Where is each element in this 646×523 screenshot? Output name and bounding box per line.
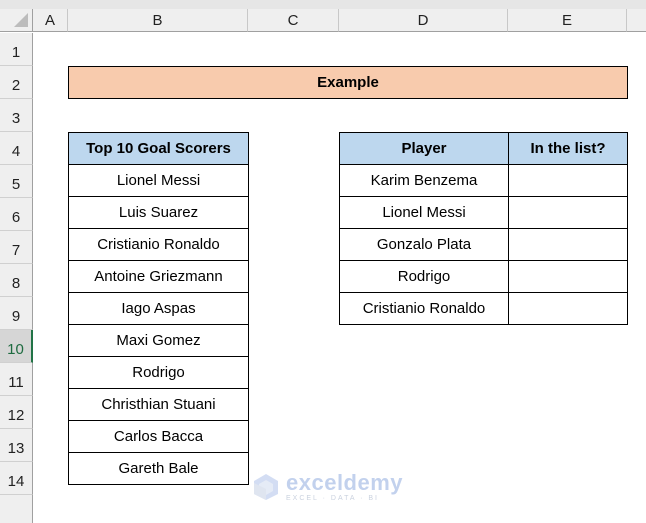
exceldemy-logo-icon bbox=[254, 474, 278, 500]
players-table: Player In the list? Karim Benzema Lionel… bbox=[339, 132, 628, 325]
row-header-8[interactable]: 8 bbox=[0, 264, 33, 297]
column-header-f[interactable] bbox=[627, 9, 646, 32]
scorer-cell[interactable]: Christhian Stuani bbox=[68, 388, 249, 421]
row-header-7[interactable]: 7 bbox=[0, 231, 33, 264]
scorer-cell[interactable]: Luis Suarez bbox=[68, 196, 249, 229]
top-scorers-header[interactable]: Top 10 Goal Scorers bbox=[68, 132, 249, 165]
top-scorers-table: Top 10 Goal Scorers Lionel Messi Luis Su… bbox=[68, 132, 249, 485]
column-header-d[interactable]: D bbox=[339, 9, 508, 32]
scorer-cell[interactable]: Carlos Bacca bbox=[68, 420, 249, 453]
row-header-15[interactable] bbox=[0, 495, 33, 523]
table-row: Rodrigo bbox=[339, 260, 628, 293]
row-header-11[interactable]: 11 bbox=[0, 363, 33, 396]
toolbar-strip bbox=[0, 0, 646, 9]
row-header-6[interactable]: 6 bbox=[0, 198, 33, 231]
column-header-a[interactable]: A bbox=[33, 9, 68, 32]
player-cell[interactable]: Cristianio Ronaldo bbox=[339, 292, 509, 325]
player-cell[interactable]: Gonzalo Plata bbox=[339, 228, 509, 261]
in-list-cell[interactable] bbox=[508, 228, 628, 261]
row-header-12[interactable]: 12 bbox=[0, 396, 33, 429]
row-header-13[interactable]: 13 bbox=[0, 429, 33, 462]
row-header-9[interactable]: 9 bbox=[0, 297, 33, 330]
scorer-cell[interactable]: Rodrigo bbox=[68, 356, 249, 389]
scorer-cell[interactable]: Antoine Griezmann bbox=[68, 260, 249, 293]
player-cell[interactable]: Karim Benzema bbox=[339, 164, 509, 197]
table-row: Lionel Messi bbox=[339, 196, 628, 229]
table-row: Karim Benzema bbox=[339, 164, 628, 197]
player-column-header[interactable]: Player bbox=[339, 132, 509, 165]
row-header-3[interactable]: 3 bbox=[0, 99, 33, 132]
scorer-cell[interactable]: Iago Aspas bbox=[68, 292, 249, 325]
scorer-cell[interactable]: Lionel Messi bbox=[68, 164, 249, 197]
select-all-triangle-icon bbox=[14, 13, 28, 27]
column-header-c[interactable]: C bbox=[248, 9, 339, 32]
scorer-cell[interactable]: Maxi Gomez bbox=[68, 324, 249, 357]
table-row: Cristianio Ronaldo bbox=[339, 292, 628, 325]
row-header-14[interactable]: 14 bbox=[0, 462, 33, 495]
row-header-10-selected[interactable]: 10 bbox=[0, 330, 33, 363]
row-header-2[interactable]: 2 bbox=[0, 66, 33, 99]
player-cell[interactable]: Rodrigo bbox=[339, 260, 509, 293]
select-all-button[interactable] bbox=[0, 9, 33, 32]
in-list-cell[interactable] bbox=[508, 260, 628, 293]
in-list-cell[interactable] bbox=[508, 164, 628, 197]
in-list-cell[interactable] bbox=[508, 292, 628, 325]
row-header-1[interactable]: 1 bbox=[0, 33, 33, 66]
row-header-5[interactable]: 5 bbox=[0, 165, 33, 198]
column-header-b[interactable]: B bbox=[68, 9, 248, 32]
table-row: Gonzalo Plata bbox=[339, 228, 628, 261]
example-banner[interactable]: Example bbox=[68, 66, 628, 99]
watermark-brand: exceldemy bbox=[286, 470, 404, 495]
player-cell[interactable]: Lionel Messi bbox=[339, 196, 509, 229]
scorer-cell[interactable]: Gareth Bale bbox=[68, 452, 249, 485]
column-header-e[interactable]: E bbox=[508, 9, 627, 32]
row-header-4[interactable]: 4 bbox=[0, 132, 33, 165]
in-list-cell[interactable] bbox=[508, 196, 628, 229]
watermark-tagline: EXCEL · DATA · BI bbox=[286, 495, 379, 502]
exceldemy-watermark: exceldemy EXCEL · DATA · BI bbox=[252, 472, 403, 502]
in-list-column-header[interactable]: In the list? bbox=[508, 132, 628, 165]
scorer-cell[interactable]: Cristianio Ronaldo bbox=[68, 228, 249, 261]
